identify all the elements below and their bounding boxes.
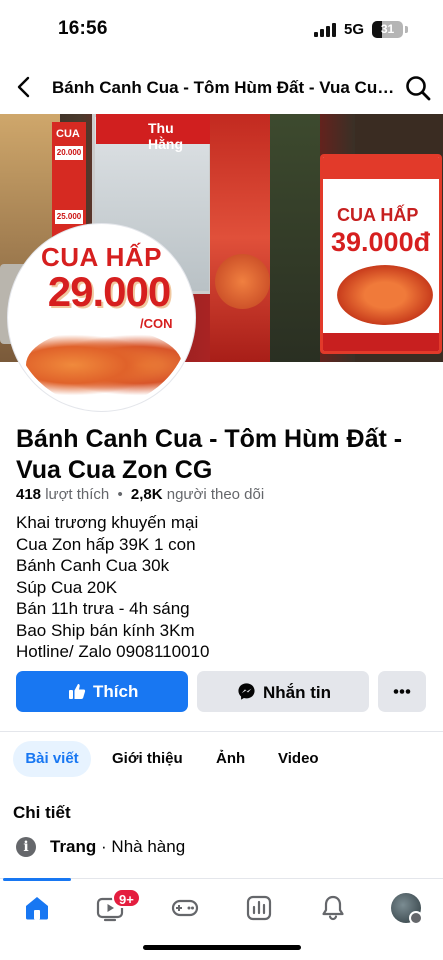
profile-picture-image: CUA HẤP 29.000 /CON (12, 228, 191, 407)
tab-about[interactable]: Giới thiệu (112, 741, 183, 777)
nav-home[interactable] (22, 893, 52, 923)
tab-photos[interactable]: Ảnh (216, 741, 245, 777)
page-header: Bánh Canh Cua - Tôm Hùm Đất - Vua Cua Zo… (0, 60, 443, 114)
followers-count: 2,8K (130, 486, 163, 503)
back-arrow-icon (17, 76, 30, 98)
detail-category-label: Trang (50, 837, 97, 856)
page-bio: Khai trương khuyến mại Cua Zon hấp 39K 1… (16, 512, 426, 663)
cover-tree (270, 114, 320, 362)
avatar-price: 29.000 (47, 268, 171, 315)
bio-line: Bán 11h trưa - 4h sáng (16, 599, 190, 618)
page-name: Bánh Canh Cua - Tôm Hùm Đất - Vua Cua Zo… (16, 425, 403, 484)
nav-notifications[interactable] (318, 893, 348, 923)
cellular-signal-icon (314, 23, 336, 37)
status-bar: 16:56 5G 31 (0, 0, 443, 60)
poster-footer (323, 333, 439, 351)
tab-posts[interactable]: Bài viết (13, 741, 91, 777)
poster-price: 39.000đ (331, 227, 431, 257)
cover-red-post (210, 114, 272, 362)
profile-picture[interactable]: CUA HẤP 29.000 /CON (8, 224, 195, 411)
details-title: Chi tiết (13, 803, 71, 822)
nav-active-indicator (3, 878, 71, 881)
page-stats: 418 lượt thích • 2,8K người theo dõi (16, 486, 264, 503)
network-type: 5G (344, 21, 365, 38)
header-title: Bánh Canh Cua - Tôm Hùm Đất - Vua Cua Zo… (52, 78, 397, 97)
battery-icon: 31 (372, 21, 403, 38)
bio-line: Bánh Canh Cua 30k (16, 556, 170, 575)
avatar-unit: /CON (140, 316, 173, 331)
more-dots-icon (393, 689, 411, 694)
battery-nub (405, 26, 408, 33)
more-options-button[interactable] (378, 671, 426, 712)
search-icon (406, 76, 431, 101)
stats-separator: • (117, 486, 123, 503)
cover-sign-title: CUA (56, 128, 80, 140)
status-time: 16:56 (58, 18, 108, 39)
detail-category-value: · Nhà hàng (101, 837, 186, 856)
likes-label[interactable]: lượt thích (45, 486, 109, 503)
bio-line: Súp Cua 20K (16, 577, 118, 597)
bio-line: Bao Ship bán kính 3Km (16, 620, 195, 640)
bio-line: Cua Zon hấp 39K 1 con (16, 534, 196, 554)
like-button[interactable]: Thích (16, 671, 188, 712)
video-notification-badge: 9+ (112, 888, 141, 908)
nav-dashboard[interactable] (244, 893, 274, 923)
cover-sign-price-1: 20.000 (55, 146, 83, 160)
profile-switch-badge (409, 911, 423, 925)
avatar-crab-image (26, 328, 182, 402)
detail-category-text: Trang · Nhà hàng (50, 837, 185, 857)
cover-banner-text: Thu Hằng (148, 120, 183, 152)
poster-title: CUA HẤP (337, 205, 419, 225)
likes-count: 418 (16, 486, 42, 503)
tab-video[interactable]: Video (278, 741, 319, 777)
cover-banner: Thu Hằng (96, 114, 210, 152)
like-button-label: Thích (93, 682, 139, 701)
cover-poster: CUA HẤP 39.000đ (320, 154, 442, 354)
dashboard-icon (246, 895, 272, 921)
poster-header (323, 157, 439, 179)
battery-level: 31 (380, 22, 395, 36)
bell-icon (322, 895, 344, 921)
bio-line: Hotline/ Zalo 0908110010 (16, 642, 210, 661)
messenger-icon (238, 683, 255, 700)
section-divider (0, 731, 443, 732)
followers-label[interactable]: người theo dõi (167, 486, 264, 503)
gaming-icon (171, 899, 199, 917)
info-icon: i (16, 837, 36, 857)
message-button-label: Nhắn tin (263, 683, 331, 702)
nav-gaming[interactable] (170, 893, 200, 923)
home-icon (26, 897, 48, 920)
home-indicator[interactable] (143, 945, 301, 950)
cover-sign-price-2: 25.000 (55, 210, 83, 224)
poster-crab-image (337, 265, 433, 325)
thumbs-up-icon (69, 684, 86, 699)
search-button[interactable] (404, 74, 432, 102)
bio-line: Khai trương khuyến mại (16, 513, 199, 532)
cover-crab-image (215, 254, 270, 309)
message-button[interactable]: Nhắn tin (197, 671, 369, 712)
back-button[interactable] (12, 74, 38, 100)
